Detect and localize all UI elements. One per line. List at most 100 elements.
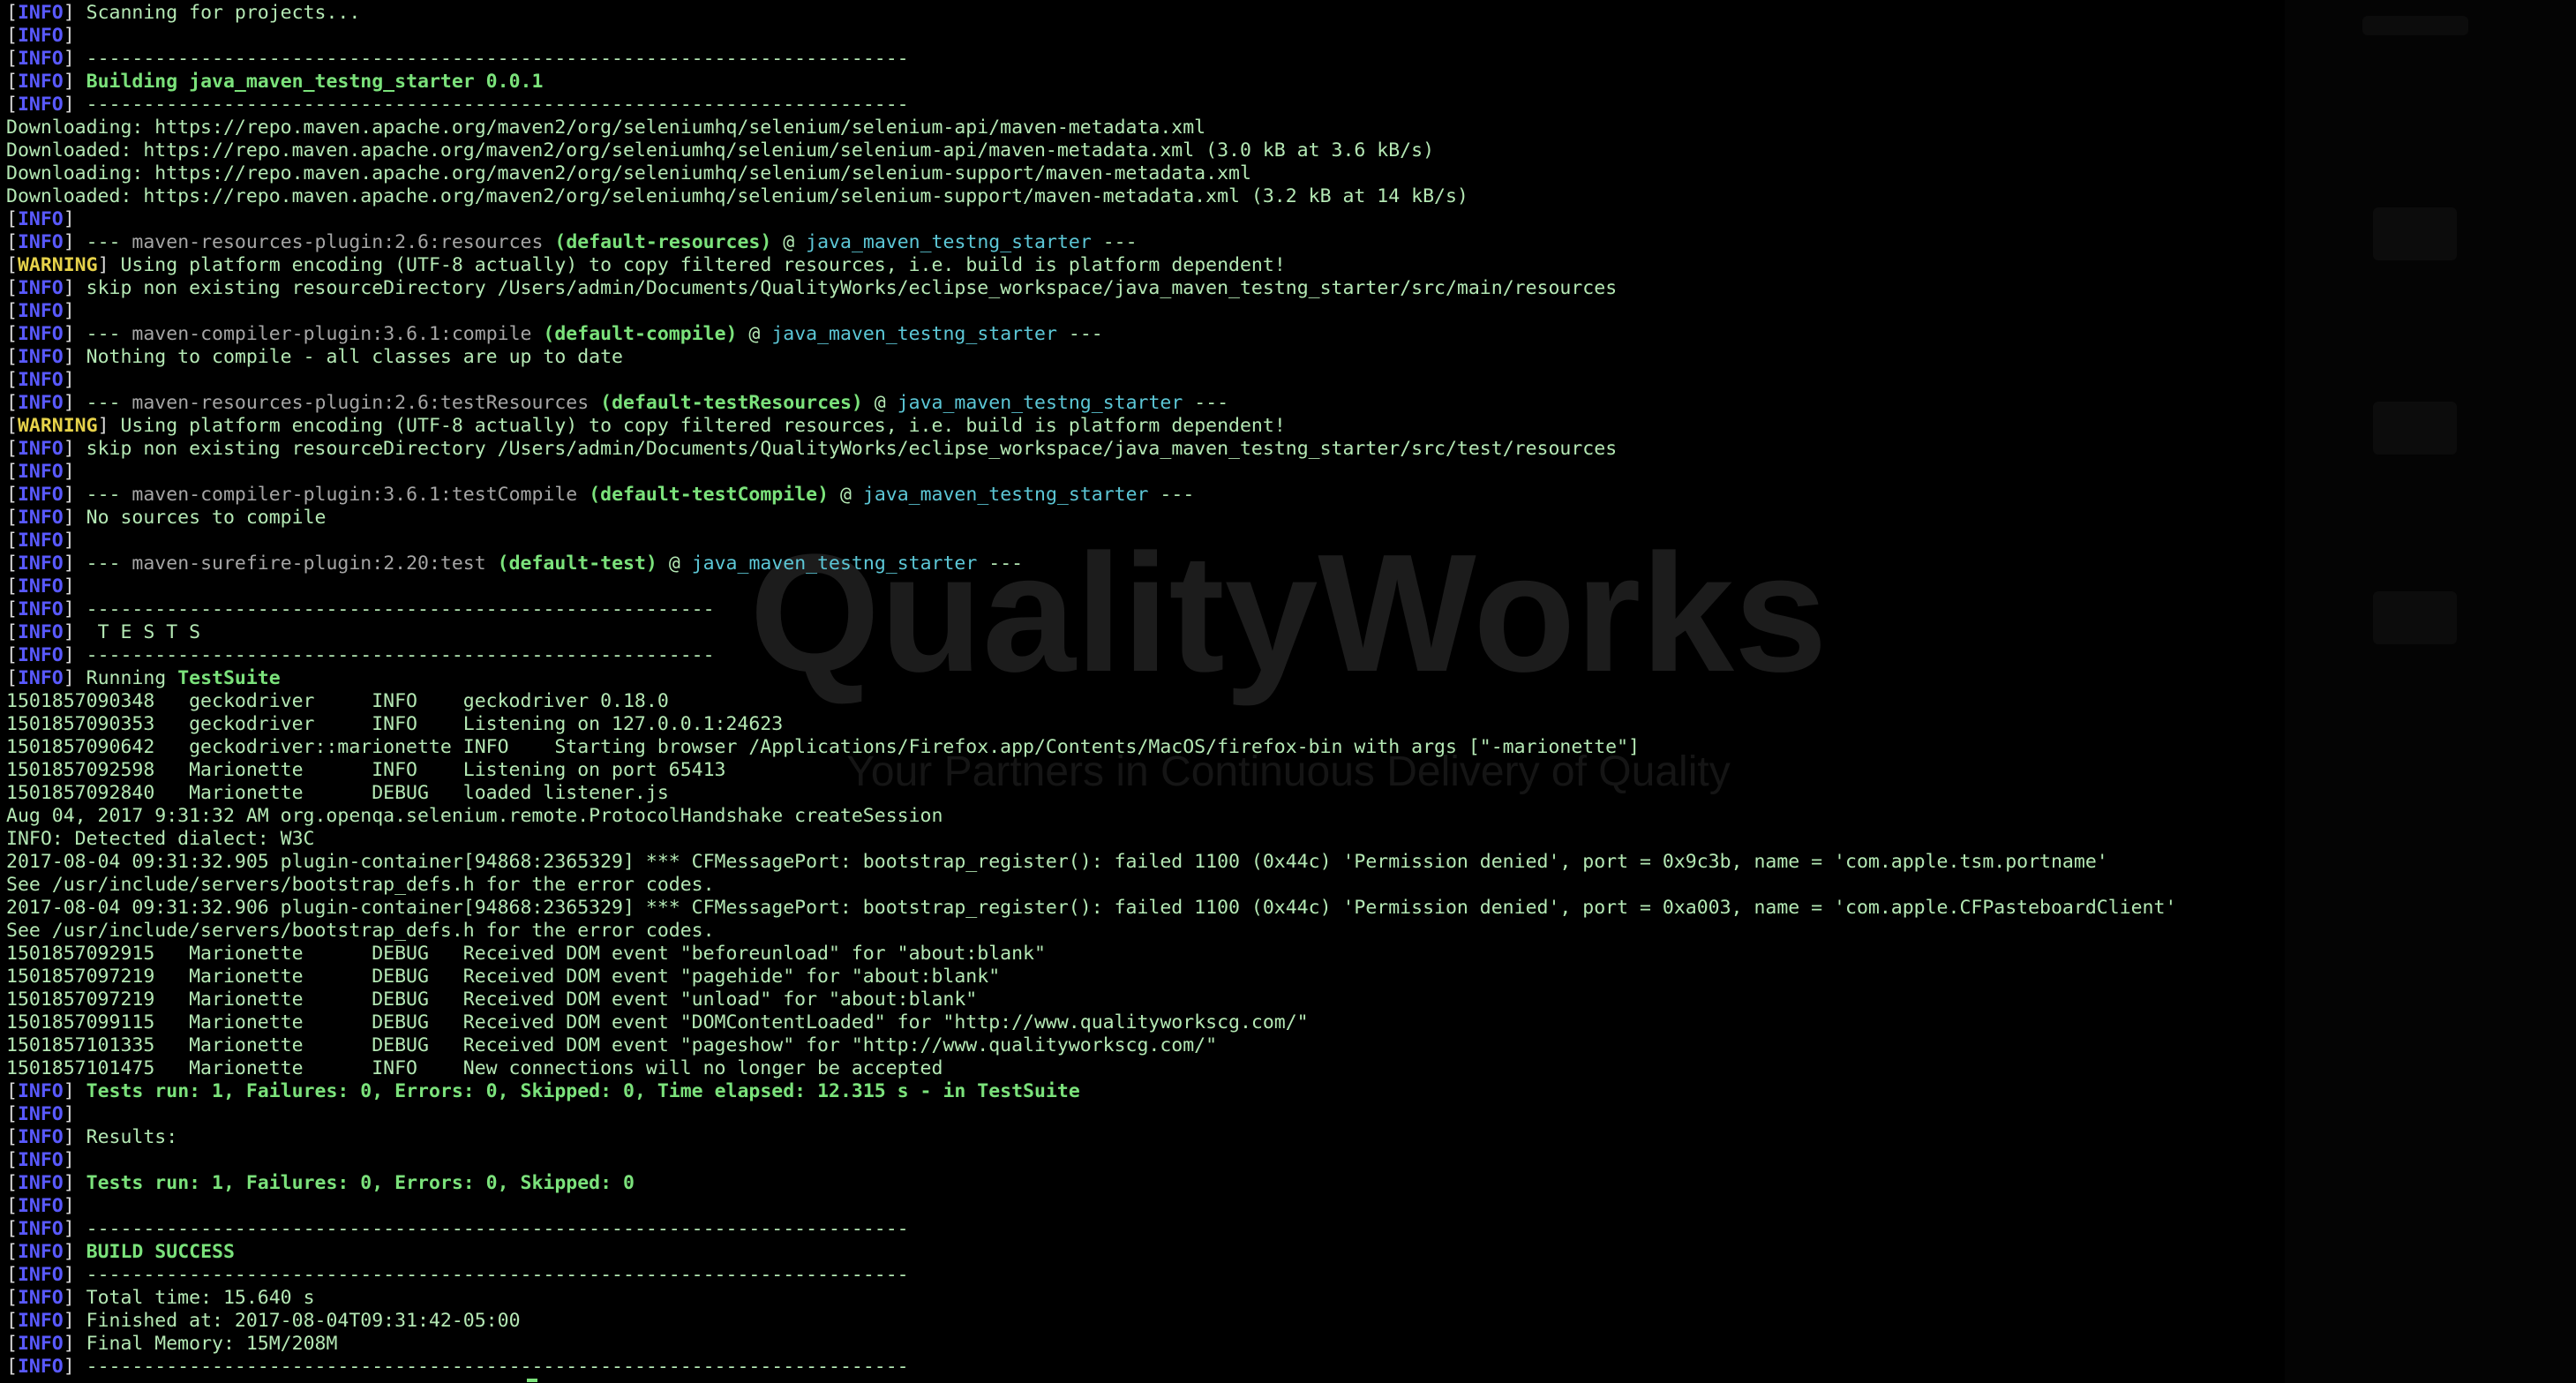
log-text: --- xyxy=(977,552,1024,575)
log-line: [INFO] --- maven-surefire-plugin:2.20:te… xyxy=(6,552,1024,575)
log-line: [INFO] --- maven-resources-plugin:2.6:te… xyxy=(6,392,1229,414)
log-line: [WARNING] Using platform encoding (UTF-8… xyxy=(6,415,1286,437)
log-line: [INFO] Running TestSuite xyxy=(6,667,281,689)
log-text: (default-testResources) xyxy=(600,392,863,414)
log-text: 1501857092598 Marionette INFO Listening … xyxy=(6,759,726,781)
log-line: [INFO] Final Memory: 15M/208M xyxy=(6,1333,338,1355)
log-text: maven-compiler-plugin:3.6.1:testCompile xyxy=(131,484,578,506)
log-level-info: INFO xyxy=(17,1356,64,1378)
log-text: maven-resources-plugin:2.6:testResources xyxy=(131,392,590,414)
log-text: T E S T S xyxy=(74,621,201,643)
log-text: 1501857092840 Marionette DEBUG loaded li… xyxy=(6,782,669,804)
log-line: [INFO] ---------------------------------… xyxy=(6,1218,909,1240)
log-text: java_maven_testng_starter xyxy=(771,323,1057,345)
log-level-info: INFO xyxy=(17,392,64,414)
log-level-info: INFO xyxy=(17,1126,64,1148)
log-text: java_maven_testng_starter xyxy=(897,392,1183,414)
log-text: Final Memory: 15M/208M xyxy=(74,1333,338,1355)
log-text: @ xyxy=(771,231,807,253)
log-text: INFO: Detected dialect: W3C xyxy=(6,828,315,850)
log-level-info: INFO xyxy=(17,1103,64,1125)
log-text: --- xyxy=(74,552,132,575)
log-text: ----------------------------------------… xyxy=(74,1218,909,1240)
log-level-info: INFO xyxy=(17,1264,64,1286)
log-line: Downloading: https://repo.maven.apache.o… xyxy=(6,162,2176,185)
log-line: See /usr/include/servers/bootstrap_defs.… xyxy=(6,874,2176,897)
log-line: [INFO] skip non existing resourceDirecto… xyxy=(6,438,1618,460)
log-text: 1501857090642 geckodriver::marionette IN… xyxy=(6,736,1641,758)
log-level-info: INFO xyxy=(17,369,64,391)
log-text: See /usr/include/servers/bootstrap_defs.… xyxy=(6,874,715,896)
log-text: (default-resources) xyxy=(554,231,772,253)
log-line: [INFO] Nothing to compile - all classes … xyxy=(6,346,624,368)
log-text: ----------------------------------------… xyxy=(74,48,909,70)
log-text: @ xyxy=(657,552,692,575)
log-text: maven-resources-plugin:2.6:resources xyxy=(131,231,544,253)
log-text: 1501857097219 Marionette DEBUG Received … xyxy=(6,988,978,1011)
log-text: maven-surefire-plugin:2.20:test xyxy=(131,552,486,575)
log-line: [INFO] Tests run: 1, Failures: 0, Errors… xyxy=(6,1172,635,1194)
log-text: @ xyxy=(862,392,897,414)
log-level-info: INFO xyxy=(17,530,64,552)
log-line: See /usr/include/servers/bootstrap_defs.… xyxy=(6,920,2176,943)
log-level-info: INFO xyxy=(17,1310,64,1332)
log-text: --- xyxy=(74,231,132,253)
log-line: Downloaded: https://repo.maven.apache.or… xyxy=(6,185,2176,208)
log-line: [INFO] xyxy=(6,1149,75,1171)
ghost-block xyxy=(2373,591,2457,644)
log-text: Scanning for projects... xyxy=(74,2,361,24)
log-text: 1501857090353 geckodriver INFO Listening… xyxy=(6,713,784,735)
log-text: --- xyxy=(74,323,132,345)
log-text: 2017-08-04 09:31:32.906 plugin-container… xyxy=(6,897,2177,919)
log-text: 1501857099115 Marionette DEBUG Received … xyxy=(6,1011,1309,1033)
log-level-info: INFO xyxy=(17,507,64,529)
log-level-info: INFO xyxy=(17,300,64,322)
log-line: [INFO] --- maven-compiler-plugin:3.6.1:c… xyxy=(6,323,1103,345)
terminal-output: [INFO] Scanning for projects... [INFO] [IN… xyxy=(6,2,2176,1379)
log-line: [INFO] Building java_maven_testng_starte… xyxy=(6,71,544,93)
log-line: [INFO] ---------------------------------… xyxy=(6,94,909,116)
terminal-window[interactable]: QualityWorks Your Partners in Continuous… xyxy=(0,0,2576,1383)
log-level-info: INFO xyxy=(17,71,64,93)
log-line: [INFO] ---------------------------------… xyxy=(6,1356,909,1378)
ghost-block xyxy=(2373,402,2457,455)
log-level-info: INFO xyxy=(17,277,64,299)
log-text: Tests run: 1, Failures: 0, Errors: 0, Sk… xyxy=(86,1172,635,1194)
log-text: 1501857092915 Marionette DEBUG Received … xyxy=(6,943,1046,965)
log-text: ----------------------------------------… xyxy=(74,94,909,116)
log-level-info: INFO xyxy=(17,208,64,230)
log-level-info: INFO xyxy=(17,1287,64,1309)
log-text: Using platform encoding (UTF-8 actually)… xyxy=(109,415,1286,437)
log-text: Running xyxy=(74,667,178,689)
log-line: [INFO] xyxy=(6,1195,75,1217)
log-text: ----------------------------------------… xyxy=(74,644,715,666)
log-text: ----------------------------------------… xyxy=(74,598,715,620)
log-text: Downloaded: https://repo.maven.apache.or… xyxy=(6,185,1468,207)
log-text: --- xyxy=(1056,323,1103,345)
log-line: [INFO] ---------------------------------… xyxy=(6,48,909,70)
log-line: 1501857101475 Marionette INFO New connec… xyxy=(6,1057,2176,1080)
log-level-info: INFO xyxy=(17,94,64,116)
log-line: Aug 04, 2017 9:31:32 AM org.openqa.selen… xyxy=(6,805,2176,828)
log-text: @ xyxy=(829,484,863,506)
log-line: Downloading: https://repo.maven.apache.o… xyxy=(6,117,2176,139)
log-level-info: INFO xyxy=(17,461,64,483)
log-text: Total time: 15.640 s xyxy=(74,1287,315,1309)
log-level-info: INFO xyxy=(17,552,64,575)
log-text: java_maven_testng_starter xyxy=(806,231,1092,253)
log-level-info: INFO xyxy=(17,621,64,643)
log-level-info: INFO xyxy=(17,1241,64,1263)
log-text: Downloading: https://repo.maven.apache.o… xyxy=(6,162,1251,184)
log-level-info: INFO xyxy=(17,25,64,47)
log-text: --- xyxy=(1091,231,1138,253)
log-text: No sources to compile xyxy=(74,507,327,529)
log-text: java_maven_testng_starter xyxy=(862,484,1149,506)
